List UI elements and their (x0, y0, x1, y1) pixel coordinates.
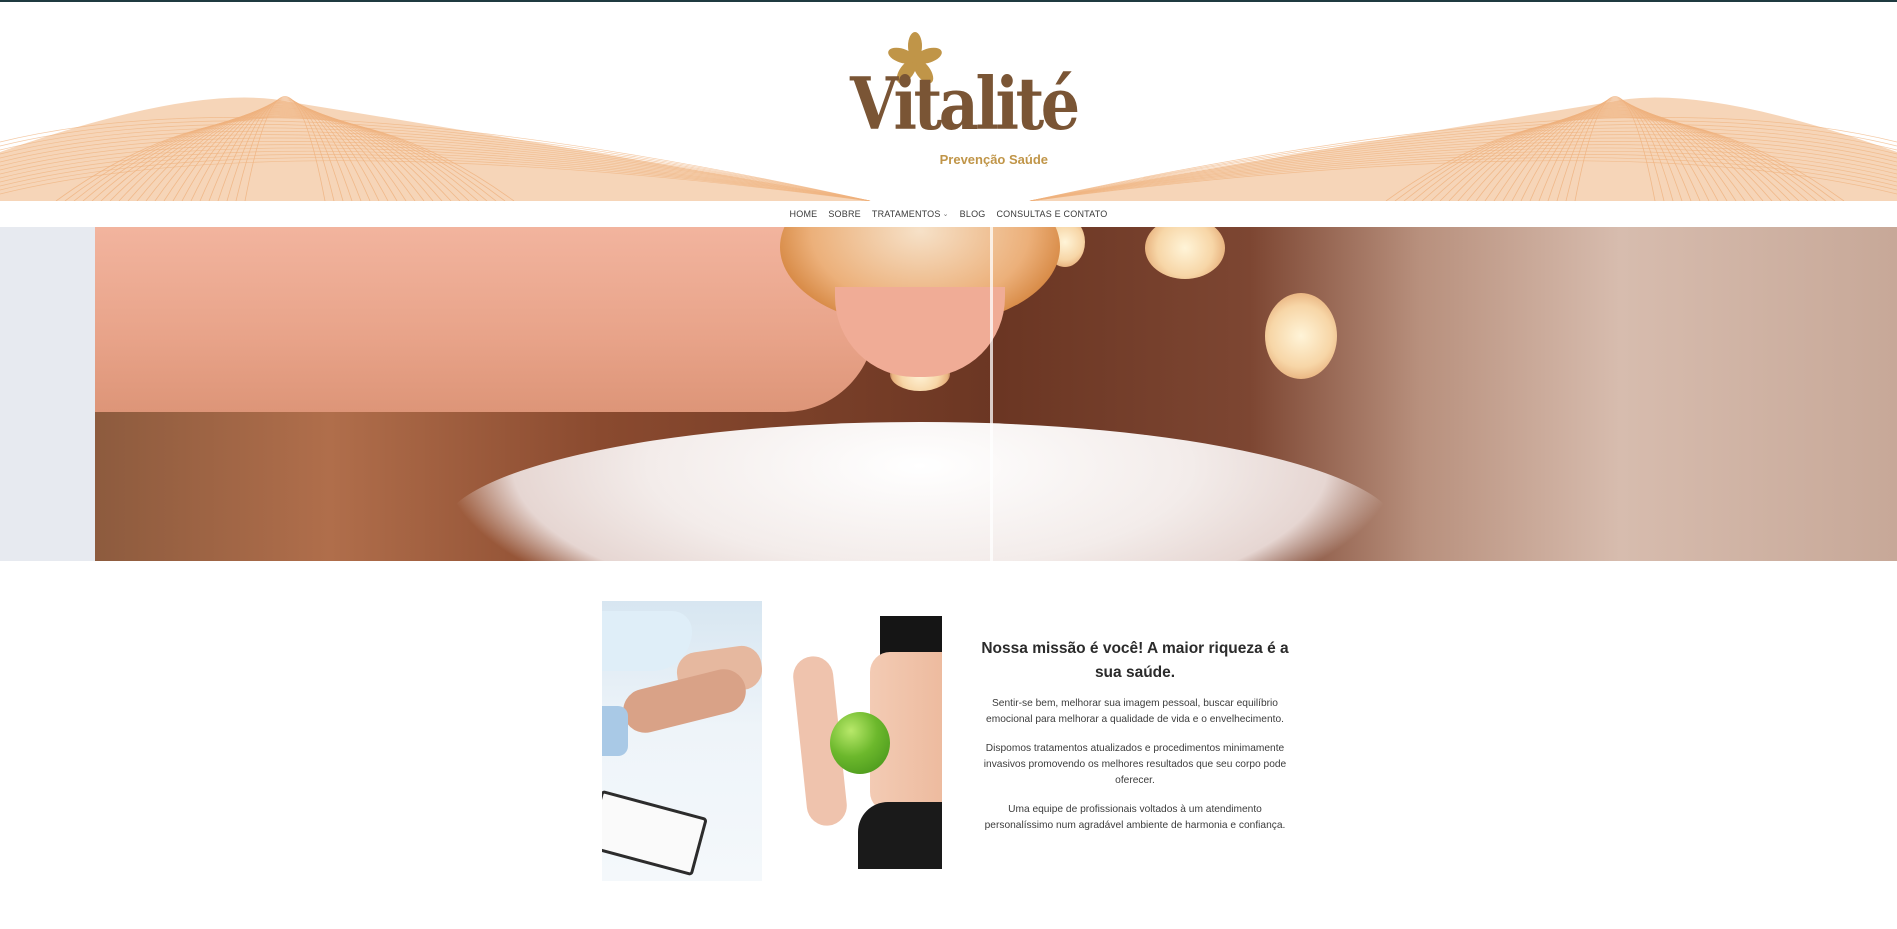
chevron-down-icon: ⌄ (942, 211, 949, 218)
black-pants (858, 802, 942, 869)
therapist-arm (95, 227, 875, 412)
black-top (880, 616, 942, 656)
nav-item-tratamentos[interactable]: TRATAMENTOS ⌄ (872, 209, 949, 219)
white-towel (440, 422, 1400, 561)
logo-wordmark: Vitalité (850, 61, 1080, 146)
main-nav: HOME SOBRE TRATAMENTOS ⌄ BLOG CONSULTAS E… (0, 201, 1897, 227)
mission-section: Nossa missão é você! A maior riqueza é a… (975, 637, 1295, 847)
site-logo[interactable]: Vitalité Prevenção Saúde (850, 32, 1080, 172)
photo-apple-waist (782, 616, 942, 869)
nav-item-consultas-e-contato[interactable]: CONSULTAS E CONTATO (996, 209, 1107, 219)
nav-item-label: SOBRE (828, 209, 861, 219)
nav-item-label: TRATAMENTOS (871, 209, 941, 219)
mission-paragraph: Dispomos tratamentos atualizados e proce… (983, 743, 1287, 786)
nav-item-sobre[interactable]: SOBRE (828, 209, 861, 219)
mission-paragraph: Uma equipe de profissionais voltados à u… (984, 804, 1286, 831)
green-apple (830, 712, 890, 774)
nav-item-label: CONSULTAS E CONTATO (996, 209, 1108, 219)
mission-heading: Nossa missão é você! A maior riqueza é a… (981, 640, 1289, 681)
nav-item-blog[interactable]: BLOG (960, 209, 986, 219)
nav-item-home[interactable]: HOME (790, 209, 818, 219)
bokeh-light (1145, 227, 1225, 279)
shirt-cuff (602, 706, 628, 756)
nav-item-label: BLOG (959, 209, 986, 219)
logo-tagline: Prevenção Saúde (939, 152, 1048, 167)
hero-banner-image (0, 227, 1897, 561)
mission-paragraph: Sentir-se bem, melhorar sua imagem pesso… (986, 698, 1284, 725)
oil-stream (990, 227, 993, 561)
site-header: Vitalité Prevenção Saúde (0, 2, 1897, 201)
nav-item-label: HOME (789, 209, 818, 219)
photo-doctor-hands (602, 601, 762, 881)
bokeh-light (1265, 293, 1337, 379)
clipboard (602, 789, 708, 877)
